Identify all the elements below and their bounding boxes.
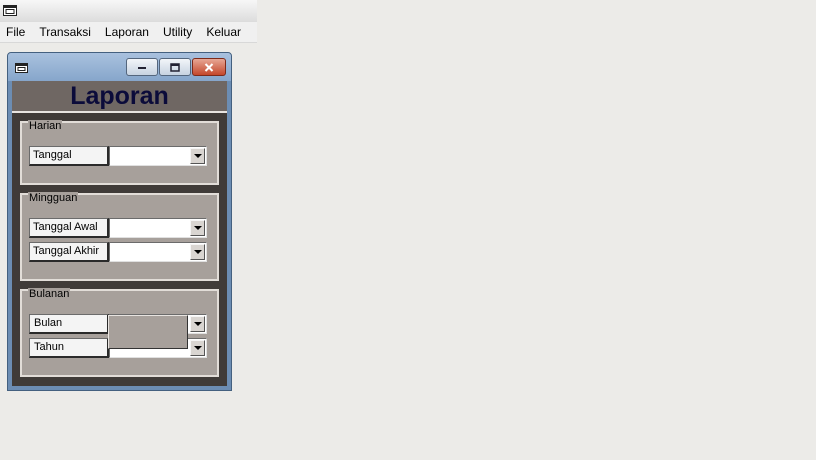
- menu-transaksi[interactable]: Transaksi: [32, 22, 98, 42]
- menu-laporan[interactable]: Laporan: [98, 22, 156, 42]
- page-title: Laporan: [70, 82, 169, 110]
- tahun-dropdown-button[interactable]: [190, 340, 205, 356]
- tanggal-awal-combo[interactable]: [109, 218, 207, 238]
- chevron-down-icon: [193, 154, 202, 158]
- minimize-icon: [138, 67, 146, 69]
- menubar: File Transaksi Laporan Utility Keluar: [0, 22, 257, 43]
- mingguan-legend: Mingguan: [28, 192, 79, 205]
- tanggal-awal-dropdown-button[interactable]: [190, 220, 205, 236]
- window-icon: [3, 5, 17, 16]
- form-body: Laporan Harian Tanggal Mingguan Tanggal …: [12, 81, 227, 386]
- child-titlebar[interactable]: [8, 53, 231, 81]
- tanggal-awal-label: Tanggal Awal: [29, 218, 109, 238]
- chevron-down-icon: [193, 226, 202, 230]
- close-button[interactable]: [192, 58, 226, 76]
- harian-legend: Harian: [28, 120, 63, 133]
- close-icon: [204, 62, 214, 72]
- menu-keluar[interactable]: Keluar: [199, 22, 248, 42]
- bulanan-legend: Bulanan: [28, 288, 71, 301]
- tahun-label: Tahun: [29, 338, 109, 358]
- menu-utility[interactable]: Utility: [156, 22, 199, 42]
- chevron-down-icon: [193, 346, 202, 350]
- tanggal-akhir-label: Tanggal Akhir: [29, 242, 109, 262]
- menu-file[interactable]: File: [0, 22, 32, 42]
- app-titlebar[interactable]: [0, 0, 257, 23]
- maximize-icon: [170, 62, 180, 72]
- maximize-button[interactable]: [159, 58, 191, 76]
- chevron-down-icon: [193, 250, 202, 254]
- tanggal-akhir-dropdown-button[interactable]: [190, 244, 205, 260]
- tanggal-combo[interactable]: [109, 146, 207, 166]
- form-header: Laporan: [12, 81, 227, 113]
- minimize-button[interactable]: [126, 58, 158, 76]
- laporan-window: Laporan Harian Tanggal Mingguan Tanggal …: [7, 52, 232, 391]
- tanggal-label: Tanggal: [29, 146, 109, 166]
- chevron-down-icon: [193, 322, 202, 326]
- bulan-label: Bulan: [29, 314, 109, 334]
- tanggal-akhir-combo[interactable]: [109, 242, 207, 262]
- window-icon: [15, 63, 28, 73]
- bulan-dropdown-button[interactable]: [190, 316, 205, 332]
- tanggal-dropdown-button[interactable]: [190, 148, 205, 164]
- dropdown-list[interactable]: [108, 315, 188, 349]
- harian-frame: Harian Tanggal: [20, 120, 219, 185]
- mingguan-frame: Mingguan Tanggal Awal Tanggal Akhir: [20, 192, 219, 281]
